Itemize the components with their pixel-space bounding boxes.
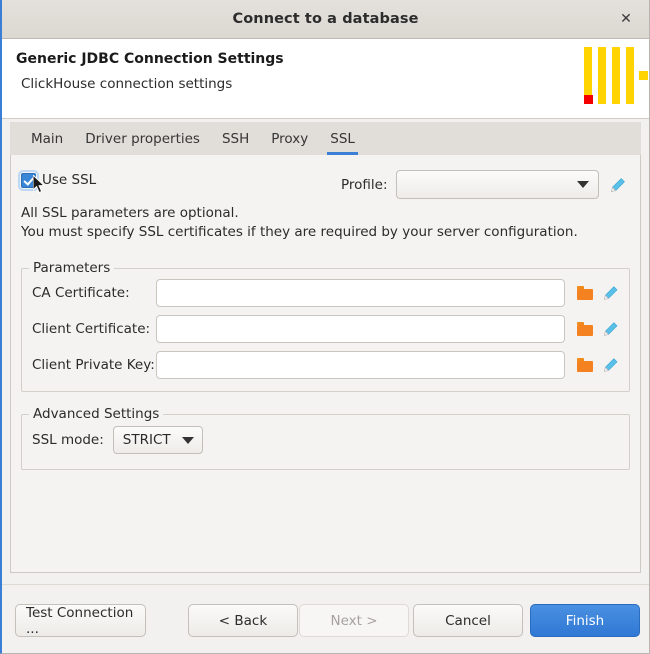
advanced-settings-legend: Advanced Settings xyxy=(29,406,163,422)
tab-main[interactable]: Main xyxy=(20,122,74,155)
dialog-header: Generic JDBC Connection Settings ClickHo… xyxy=(2,39,649,119)
use-ssl-label: Use SSL xyxy=(42,172,96,188)
profile-group: Profile: xyxy=(341,170,626,199)
logo-accent-square xyxy=(584,95,593,104)
client-private-key-row: Client Private Key: xyxy=(32,351,619,379)
ssl-settings-panel: Use SSL Profile: All SSL parameters are … xyxy=(10,155,641,573)
use-ssl-checkbox[interactable] xyxy=(21,173,36,188)
client-certificate-folder-icon[interactable] xyxy=(577,322,593,336)
back-button[interactable]: < Back xyxy=(188,604,298,637)
clickhouse-logo xyxy=(579,47,639,109)
parameters-legend: Parameters xyxy=(29,260,114,276)
tab-driver-properties-label: Driver properties xyxy=(85,131,200,147)
tab-ssh-label: SSH xyxy=(222,131,249,147)
ca-certificate-pencil-icon[interactable] xyxy=(603,285,619,301)
profile-label: Profile: xyxy=(341,177,388,193)
client-private-key-folder-icon[interactable] xyxy=(577,358,593,372)
close-icon[interactable]: ✕ xyxy=(613,6,639,32)
client-certificate-pencil-icon[interactable] xyxy=(603,321,619,337)
ca-certificate-folder-icon[interactable] xyxy=(577,286,593,300)
test-connection-button[interactable]: Test Connection ... xyxy=(15,604,146,637)
ssl-mode-label: SSL mode: xyxy=(32,432,104,448)
dialog-titlebar: Connect to a database ✕ xyxy=(2,0,649,39)
dialog-title: Connect to a database xyxy=(232,11,418,27)
finish-button[interactable]: Finish xyxy=(530,604,640,637)
client-certificate-row: Client Certificate: xyxy=(32,315,619,343)
tab-main-label: Main xyxy=(31,131,63,147)
next-button: Next > xyxy=(299,604,409,637)
tab-ssh[interactable]: SSH xyxy=(211,122,260,155)
tab-ssl[interactable]: SSL xyxy=(319,122,366,155)
cancel-button[interactable]: Cancel xyxy=(413,604,523,637)
ssl-mode-row: SSL mode: STRICT xyxy=(32,425,619,455)
header-subtitle: ClickHouse connection settings xyxy=(21,76,635,92)
client-certificate-label: Client Certificate: xyxy=(32,321,156,337)
connect-to-database-dialog: Connect to a database ✕ Generic JDBC Con… xyxy=(0,0,650,654)
client-private-key-label: Client Private Key: xyxy=(32,357,156,373)
header-title: Generic JDBC Connection Settings xyxy=(16,51,635,67)
profile-pencil-icon[interactable] xyxy=(610,177,626,193)
profile-dropdown[interactable] xyxy=(396,170,599,199)
ca-certificate-input[interactable] xyxy=(156,279,565,307)
use-ssl-row: Use SSL Profile: xyxy=(21,165,630,195)
tab-proxy[interactable]: Proxy xyxy=(260,122,319,155)
ssl-hint-line-2: You must specify SSL certificates if the… xyxy=(21,223,630,242)
chevron-down-icon xyxy=(577,181,589,188)
chevron-down-icon xyxy=(182,437,194,444)
dialog-footer: Test Connection ... < Back Next > Cancel… xyxy=(2,584,649,653)
settings-tabbar: Main Driver properties SSH Proxy SSL xyxy=(10,122,641,155)
logo-bar-3 xyxy=(612,47,620,104)
advanced-settings-group: Advanced Settings SSL mode: STRICT xyxy=(21,414,630,470)
ca-certificate-row: CA Certificate: xyxy=(32,279,619,307)
client-certificate-input[interactable] xyxy=(156,315,565,343)
ssl-mode-dropdown[interactable]: STRICT xyxy=(113,426,203,454)
logo-bar-4 xyxy=(626,47,634,104)
client-private-key-pencil-icon[interactable] xyxy=(603,357,619,373)
tab-proxy-label: Proxy xyxy=(271,131,308,147)
use-ssl-checkbox-wrap[interactable]: Use SSL xyxy=(21,172,96,188)
ca-certificate-label: CA Certificate: xyxy=(32,285,156,301)
client-private-key-input[interactable] xyxy=(156,351,565,379)
ssl-mode-value: STRICT xyxy=(123,432,171,448)
tab-ssl-label: SSL xyxy=(330,131,355,147)
ssl-hint: All SSL parameters are optional. You mus… xyxy=(21,204,630,242)
tab-driver-properties[interactable]: Driver properties xyxy=(74,122,211,155)
logo-nub xyxy=(639,71,648,80)
ssl-hint-line-1: All SSL parameters are optional. xyxy=(21,204,630,223)
parameters-group: Parameters CA Certificate: Client Certif… xyxy=(21,268,630,392)
logo-bar-2 xyxy=(598,47,606,104)
